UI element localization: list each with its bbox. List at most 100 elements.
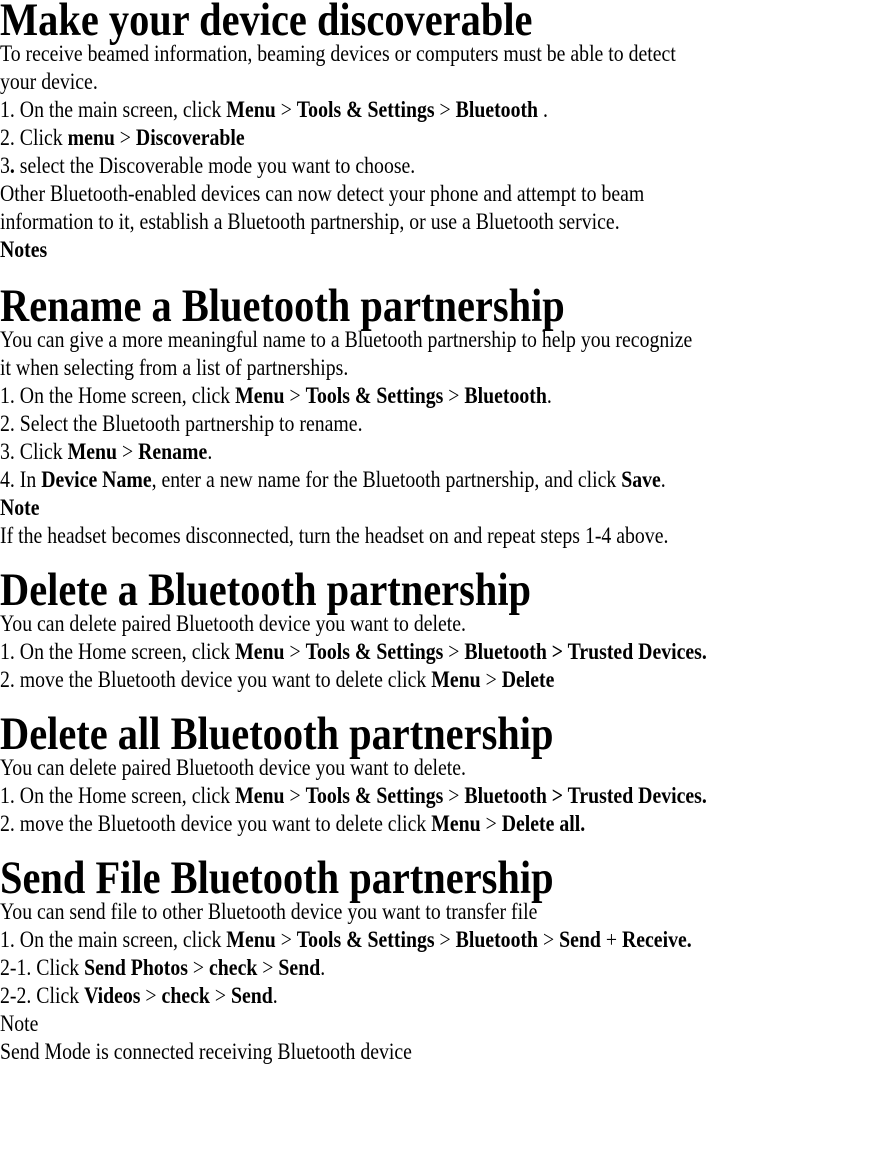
section-5: Send File Bluetooth partnership You can s…: [0, 838, 871, 1066]
bold-term: Menu: [235, 783, 285, 808]
text-line: your device.: [0, 68, 871, 96]
text-run: information to it, establish a Bluetooth…: [0, 209, 620, 234]
section-3: Delete a Bluetooth partnership You can de…: [0, 550, 871, 694]
bold-term: Bluetooth: [455, 97, 539, 122]
text-run: >: [284, 783, 306, 808]
section-heading: Rename a Bluetooth partnership: [0, 280, 565, 332]
text-run: >: [480, 667, 502, 692]
text-run: >: [187, 955, 210, 980]
text-line: 1. On the Home screen, click Menu > Tool…: [0, 638, 871, 666]
text-run: You can delete paired Bluetooth device y…: [0, 611, 466, 636]
bold-term: Menu: [235, 383, 285, 408]
text-line: 4. In Device Name, enter a new name for …: [0, 466, 871, 494]
bold-term: menu: [67, 125, 115, 150]
text-run: 1. On the Home screen, click: [0, 783, 236, 808]
text-run: >: [538, 927, 560, 952]
text-run: >: [275, 97, 297, 122]
text-run: >: [434, 927, 456, 952]
text-run: >: [443, 783, 465, 808]
text-line: 1. On the Home screen, click Menu > Tool…: [0, 382, 871, 410]
bold-term: Tools & Settings: [305, 783, 444, 808]
bold-term: Menu: [431, 667, 481, 692]
text-run: Send Mode is connected receiving Bluetoo…: [0, 1039, 412, 1064]
section-4: Delete all Bluetooth partnership You can …: [0, 694, 871, 838]
text-run: , enter a new name for the Bluetooth par…: [151, 467, 622, 492]
text-run: .: [272, 983, 278, 1008]
text-run: .: [320, 955, 326, 980]
bold-term: Device Name: [41, 467, 152, 492]
text-run: If the headset becomes disconnected, tur…: [0, 523, 669, 548]
bold-term: Tools & Settings: [305, 383, 444, 408]
bold-term: Rename: [138, 439, 208, 464]
text-line: 3. select the Discoverable mode you want…: [0, 152, 871, 180]
bold-term: Menu: [226, 97, 276, 122]
text-line: 3. Click Menu > Rename.: [0, 438, 871, 466]
text-line: You can send file to other Bluetooth dev…: [0, 898, 871, 926]
text-run: 4. In: [0, 467, 42, 492]
text-run: You can send file to other Bluetooth dev…: [0, 899, 538, 924]
bold-term: Tools & Settings: [296, 927, 435, 952]
bold-term: Send: [230, 983, 273, 1008]
text-run: 2. Select the Bluetooth partnership to r…: [0, 411, 363, 436]
text-run: 2. move the Bluetooth device you want to…: [0, 811, 432, 836]
text-run: 2. move the Bluetooth device you want to…: [0, 667, 432, 692]
bold-term: Bluetooth: [464, 383, 547, 408]
text-run: 3. Click: [0, 439, 68, 464]
bold-term: Menu: [431, 811, 481, 836]
text-run: it when selecting from a list of partner…: [0, 355, 349, 380]
bold-term: Send Photos: [84, 955, 188, 980]
text-line: 2. Click menu > Discoverable: [0, 124, 871, 152]
text-line: it when selecting from a list of partner…: [0, 354, 871, 382]
text-line: To receive beamed information, beaming d…: [0, 40, 871, 68]
text-line: 1. On the Home screen, click Menu > Tool…: [0, 782, 871, 810]
text-line: Note: [0, 1010, 871, 1038]
text-run: .: [660, 467, 666, 492]
document-page: Make your device discoverable To receive …: [0, 0, 871, 1066]
bold-term: Discoverable: [135, 125, 245, 150]
text-run: >: [434, 97, 456, 122]
text-line: You can delete paired Bluetooth device y…: [0, 610, 871, 638]
text-run: 1. On the Home screen, click: [0, 383, 236, 408]
bold-term: Notes: [0, 237, 48, 262]
text-run: >: [275, 927, 297, 952]
bold-term: Receive.: [621, 927, 692, 952]
text-run: >: [114, 125, 136, 150]
text-line: 2. Select the Bluetooth partnership to r…: [0, 410, 871, 438]
text-line: Send Mode is connected receiving Bluetoo…: [0, 1038, 871, 1066]
bold-term: Menu: [226, 927, 276, 952]
text-run: >: [117, 439, 139, 464]
text-line: 1. On the main screen, click Menu > Tool…: [0, 926, 871, 954]
bold-term: Bluetooth > Trusted Devices.: [464, 639, 707, 664]
text-run: select the Discoverable mode you want to…: [14, 153, 416, 178]
bold-term: Bluetooth > Trusted Devices.: [464, 783, 707, 808]
text-line: 2-2. Click Videos > check > Send.: [0, 982, 871, 1010]
text-run: 1. On the main screen, click: [0, 97, 227, 122]
bold-term: Note: [0, 495, 40, 520]
bold-term: Videos: [84, 983, 141, 1008]
bold-term: Tools & Settings: [296, 97, 435, 122]
text-run: +: [600, 927, 622, 952]
text-run: >: [209, 983, 231, 1008]
bold-term: check: [209, 955, 258, 980]
text-run: >: [284, 383, 306, 408]
text-run: >: [140, 983, 162, 1008]
text-line: If the headset becomes disconnected, tur…: [0, 522, 871, 550]
text-line: Other Bluetooth-enabled devices can now …: [0, 180, 871, 208]
bold-term: Menu: [235, 639, 285, 664]
section-heading: Delete a Bluetooth partnership: [0, 564, 532, 616]
section-1: Make your device discoverable To receive …: [0, 0, 871, 264]
text-run: >: [257, 955, 279, 980]
bold-term: Send: [559, 927, 601, 952]
document-body: Make your device discoverable To receive …: [0, 0, 871, 1066]
text-run: >: [443, 639, 465, 664]
text-run: 2-2. Click: [0, 983, 85, 1008]
section-heading: Send File Bluetooth partnership: [0, 852, 554, 904]
text-run: 1. On the main screen, click: [0, 927, 227, 952]
text-line: You can delete paired Bluetooth device y…: [0, 754, 871, 782]
text-run: 1. On the Home screen, click: [0, 639, 236, 664]
text-run: >: [443, 383, 465, 408]
text-run: .: [546, 383, 552, 408]
bold-term: Menu: [67, 439, 118, 464]
bold-term: Save: [621, 467, 661, 492]
text-line: Notes: [0, 236, 871, 264]
